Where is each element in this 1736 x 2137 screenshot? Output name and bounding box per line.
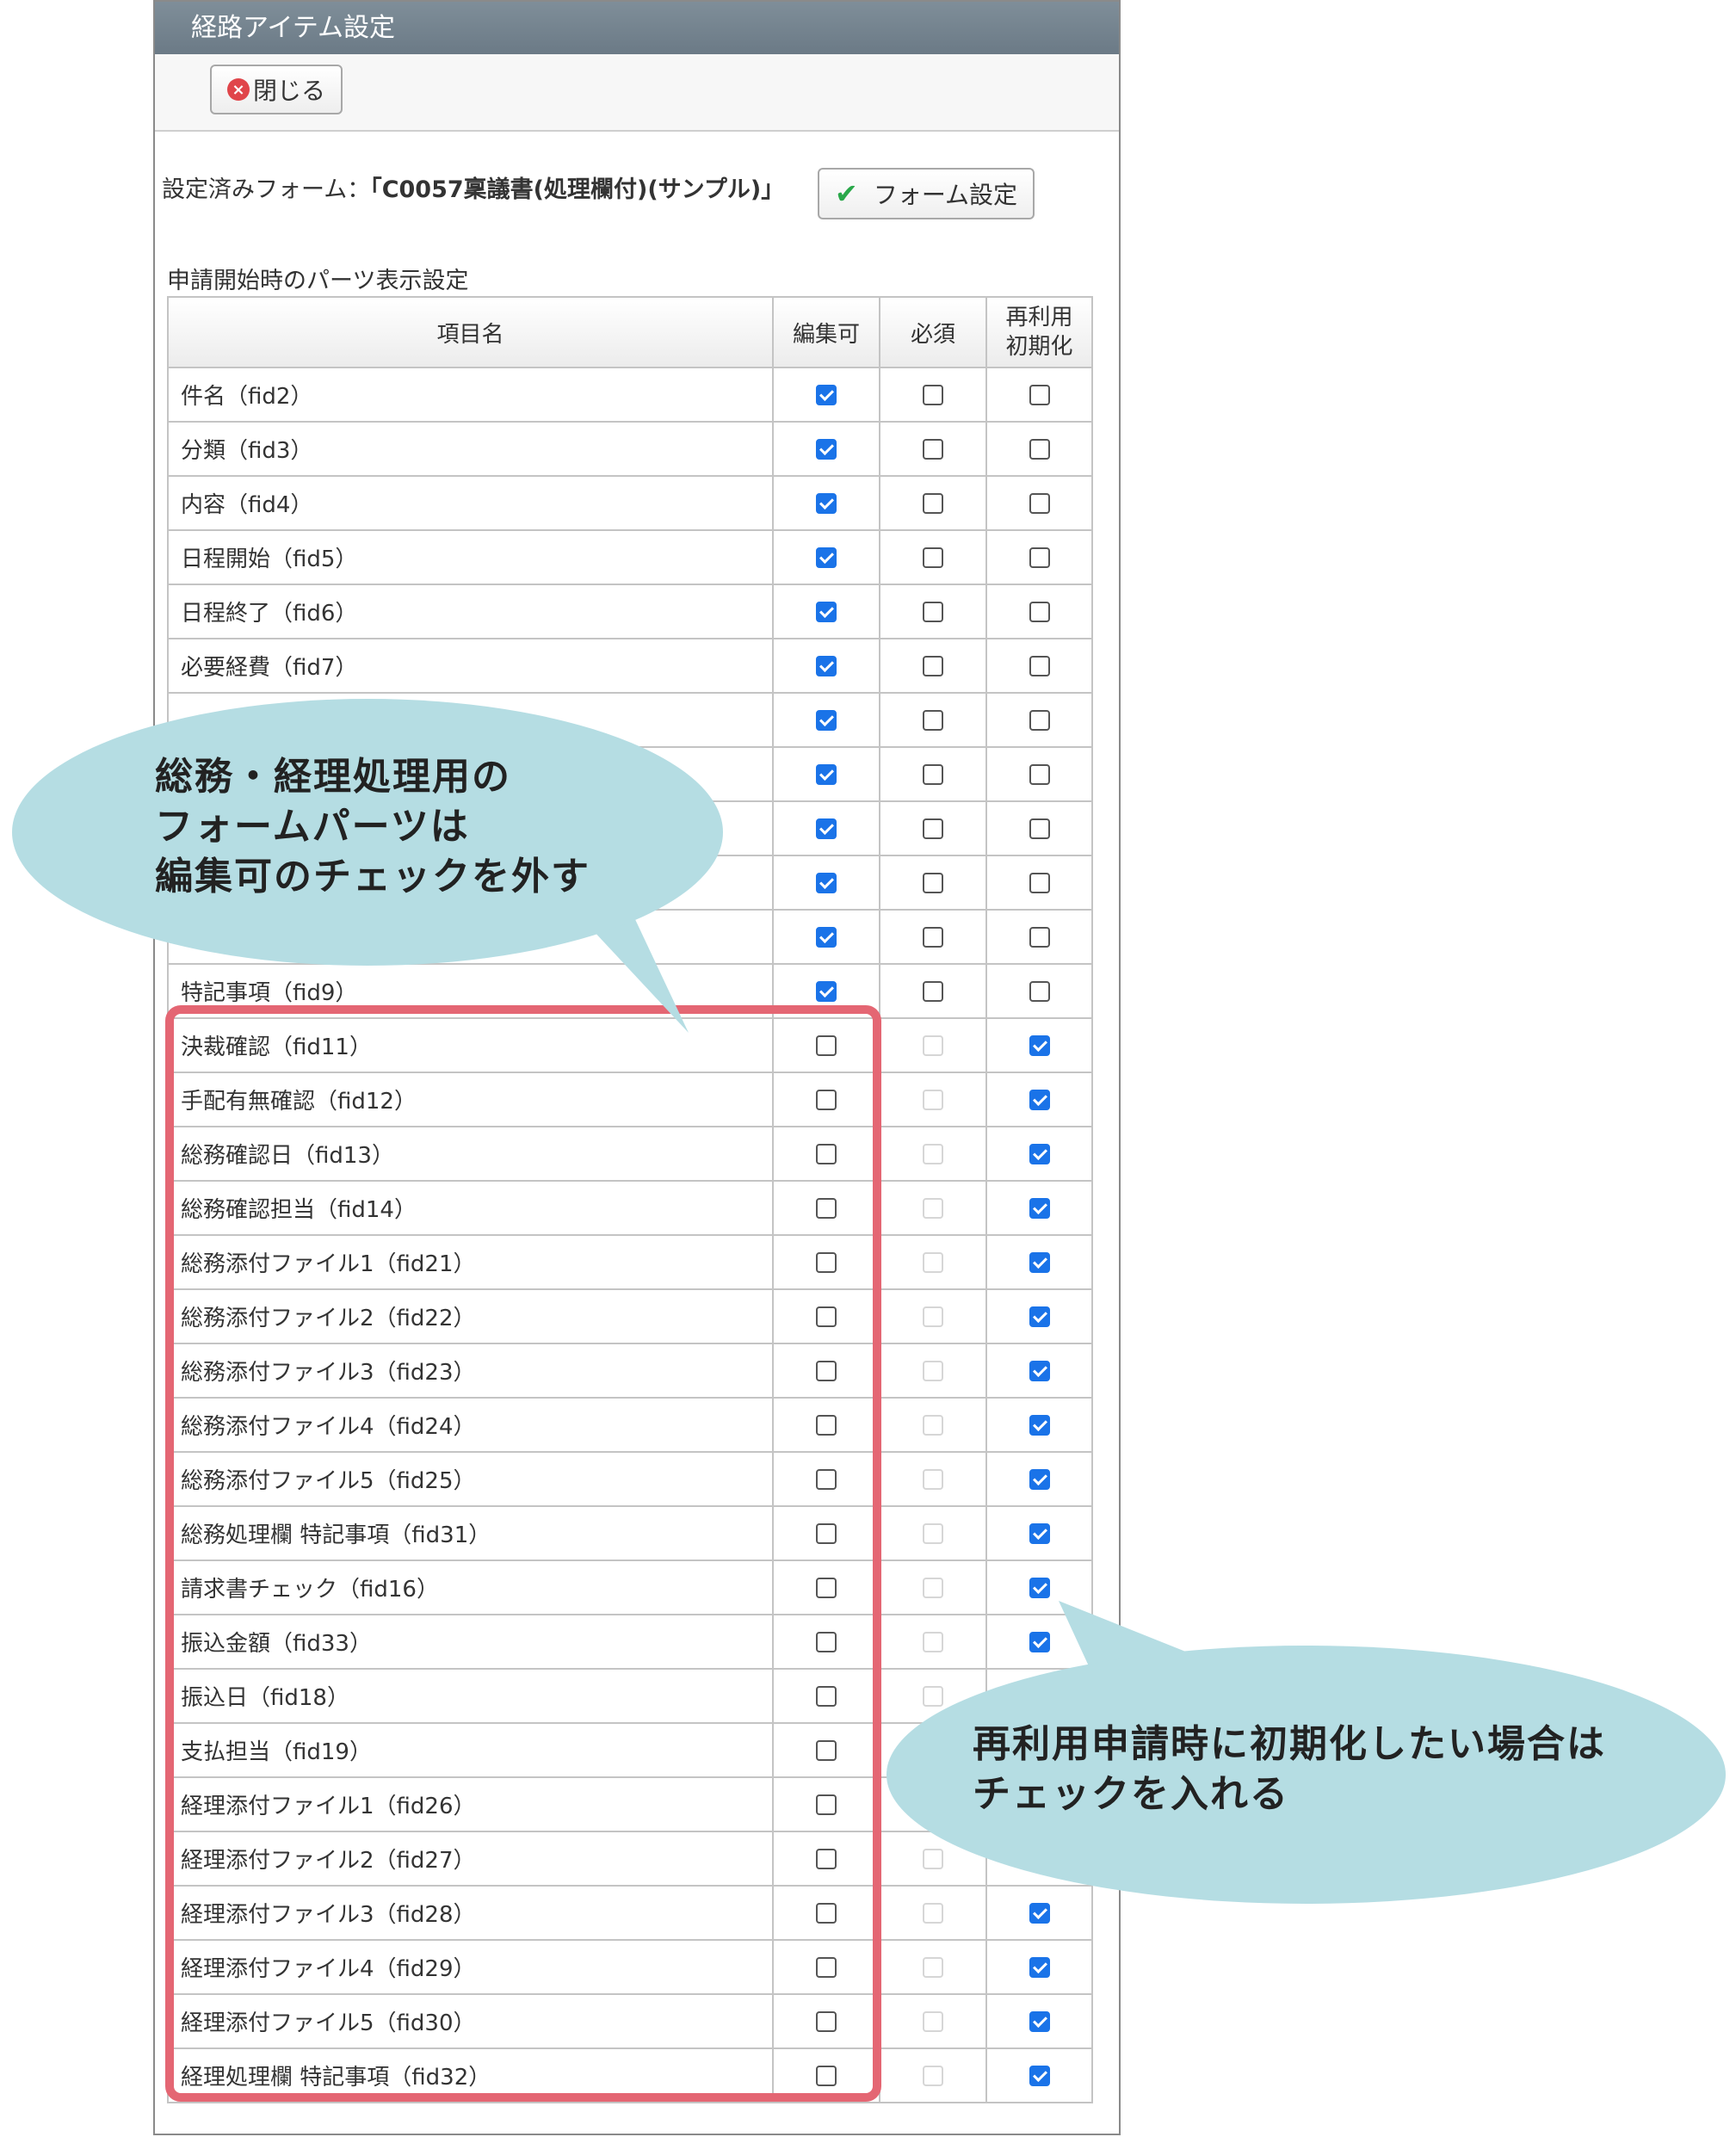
right-callout-line2: チェックを入れる [973,1772,1289,1816]
left-callout-line3: 編集可のチェックを外す [155,855,590,899]
left-callout-line2: フォームパーツは [155,805,470,849]
right-callout-line1: 再利用申請時に初期化したい場合は [973,1722,1606,1766]
right-callout-text: 再利用申請時に初期化したい場合は チェックを入れる [973,1720,1606,1819]
left-callout-text: 総務・経理処理用の フォームパーツは 編集可のチェックを外す [155,752,590,902]
left-callout-line1: 総務・経理処理用の [155,755,511,799]
